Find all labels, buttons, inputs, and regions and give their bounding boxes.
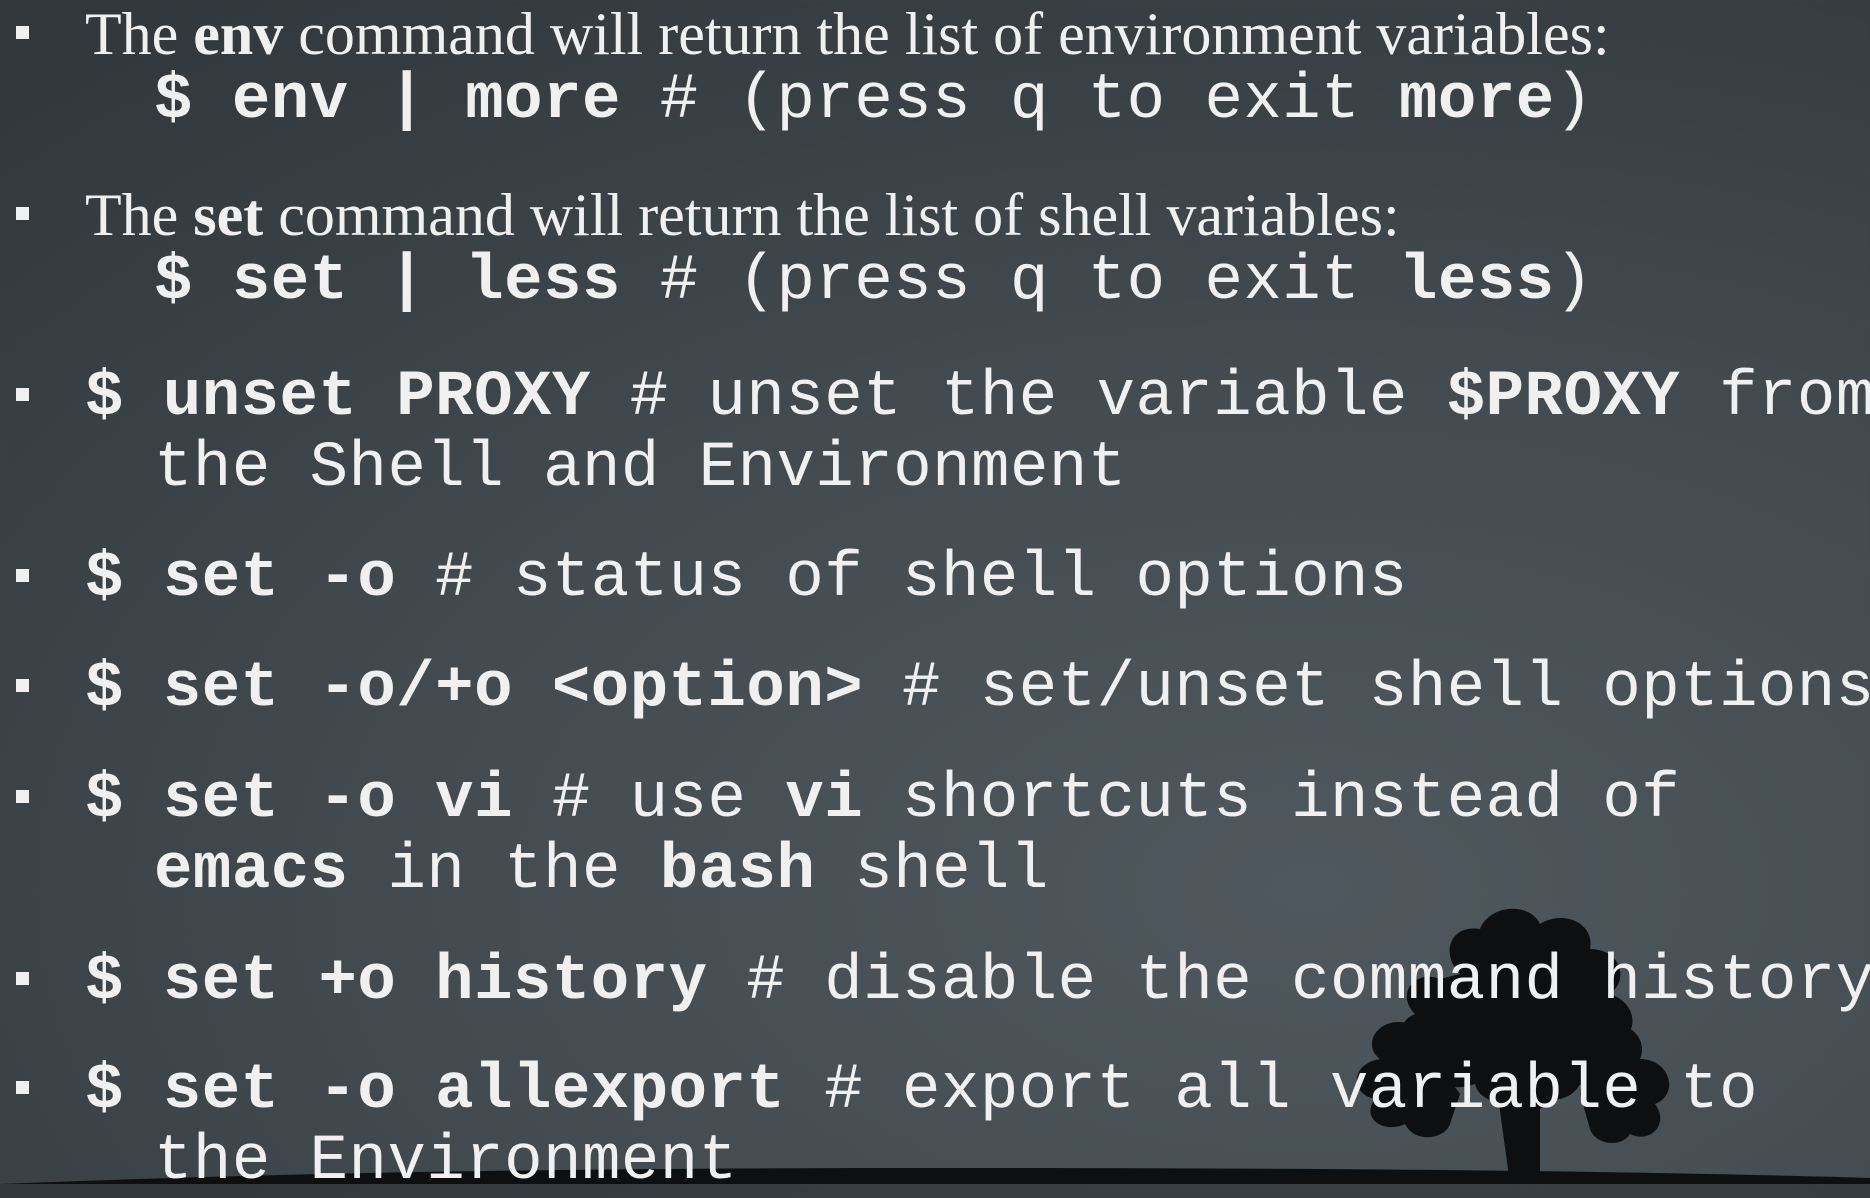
env-description: The env command will return the list of …	[85, 4, 1610, 64]
code-comment: in the	[349, 835, 660, 907]
set-history-code-line: $ set +o history # disable the command h…	[85, 950, 1870, 1014]
code-comment-command: vi	[785, 764, 863, 836]
code-command: $ set -o allexport	[85, 1055, 785, 1127]
set-o-code-line: $ set -o # status of shell options	[85, 547, 1408, 611]
set-allexport-code-line: $ set -o allexport # export all variable…	[85, 1059, 1758, 1123]
code-comment: # disable the command history	[708, 946, 1870, 1018]
code-command: set | less	[232, 246, 621, 318]
set-code-line: $ set | less # (press q to exit less)	[154, 250, 1594, 314]
unset-code-continuation: the Shell and Environment	[154, 437, 1127, 501]
bullet-marker	[16, 790, 29, 803]
text: command will return the list of environm…	[283, 1, 1609, 67]
set-command-name: set	[193, 182, 263, 248]
bullet-marker	[16, 207, 29, 220]
code-command: $ unset PROXY	[85, 362, 591, 434]
code-command: env | more	[232, 65, 621, 137]
code-comment: # (press q to exit	[660, 246, 1399, 318]
prompt: $	[154, 246, 193, 318]
code-comment: # status of shell options	[396, 543, 1408, 615]
unset-code-line: $ unset PROXY # unset the variable $PROX…	[85, 366, 1870, 430]
text: The	[85, 1, 193, 67]
code-comment-command: emacs	[154, 835, 349, 907]
env-command-name: env	[193, 1, 283, 67]
bullet-marker	[16, 679, 29, 692]
tree-silhouette-image	[1210, 894, 1830, 1184]
text: The	[85, 182, 193, 248]
set-description: The set command will return the list of …	[85, 185, 1400, 245]
code-command: $ set -o	[85, 543, 396, 615]
set-option-code-line: $ set -o/+o <option> # set/unset shell o…	[85, 657, 1870, 721]
code-comment: # (press q to exit	[660, 65, 1399, 137]
code-comment: # export all variable to	[785, 1055, 1758, 1127]
code-comment: )	[1555, 246, 1594, 318]
bullet-marker	[16, 26, 29, 39]
code-comment: )	[1555, 65, 1594, 137]
bullet-marker	[16, 388, 29, 401]
code-command: $ set -o/+o <option>	[85, 653, 863, 725]
set-vi-code-continuation: emacs in the bash shell	[154, 839, 1049, 903]
env-code-line: $ env | more # (press q to exit more)	[154, 69, 1594, 133]
code-comment: from	[1680, 362, 1870, 434]
code-command: $ set +o history	[85, 946, 708, 1018]
code-comment-command: more	[1399, 65, 1555, 137]
prompt: $	[154, 65, 193, 137]
bullet-marker	[16, 569, 29, 582]
code-comment: # use	[513, 764, 785, 836]
code-comment: shell	[815, 835, 1048, 907]
code-comment: # set/unset shell options	[863, 653, 1870, 725]
set-vi-code-line: $ set -o vi # use vi shortcuts instead o…	[85, 768, 1680, 832]
code-comment: shortcuts instead of	[863, 764, 1680, 836]
code-comment-command: bash	[660, 835, 816, 907]
code-command: $ set -o vi	[85, 764, 513, 836]
text: command will return the list of shell va…	[263, 182, 1399, 248]
code-comment-command: less	[1399, 246, 1555, 318]
code-comment: # unset the variable	[591, 362, 1447, 434]
bullet-marker	[16, 972, 29, 985]
code-comment-variable: $PROXY	[1447, 362, 1680, 434]
bullet-marker	[16, 1081, 29, 1094]
set-allexport-code-continuation: the Environment	[154, 1130, 738, 1194]
